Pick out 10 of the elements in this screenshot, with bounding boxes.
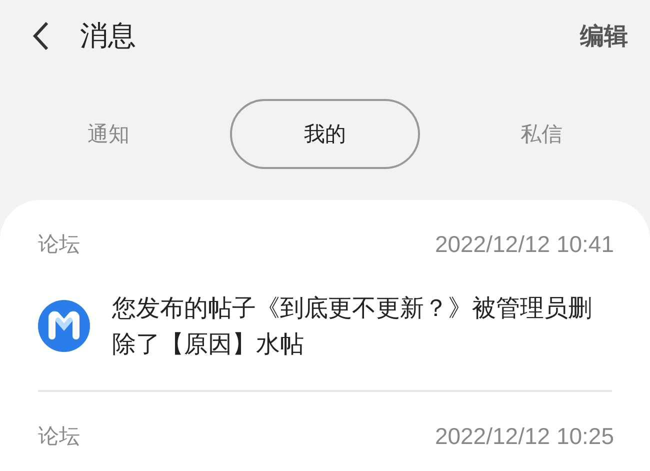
message-source: 论坛 [38, 231, 80, 258]
message-time: 2022/12/12 10:25 [434, 422, 614, 450]
back-icon [31, 20, 51, 52]
page-title: 消息 [80, 18, 136, 54]
message-time: 2022/12/12 10:41 [434, 230, 614, 258]
app-logo-icon [38, 300, 90, 352]
message-text: 您发布的帖子《到底更不更新？》被管理员删除了【原因】水帖 [112, 293, 593, 360]
edit-button[interactable]: 编辑 [580, 20, 628, 52]
tab[interactable]: 我的 [230, 99, 420, 169]
message-source: 论坛 [38, 423, 80, 450]
